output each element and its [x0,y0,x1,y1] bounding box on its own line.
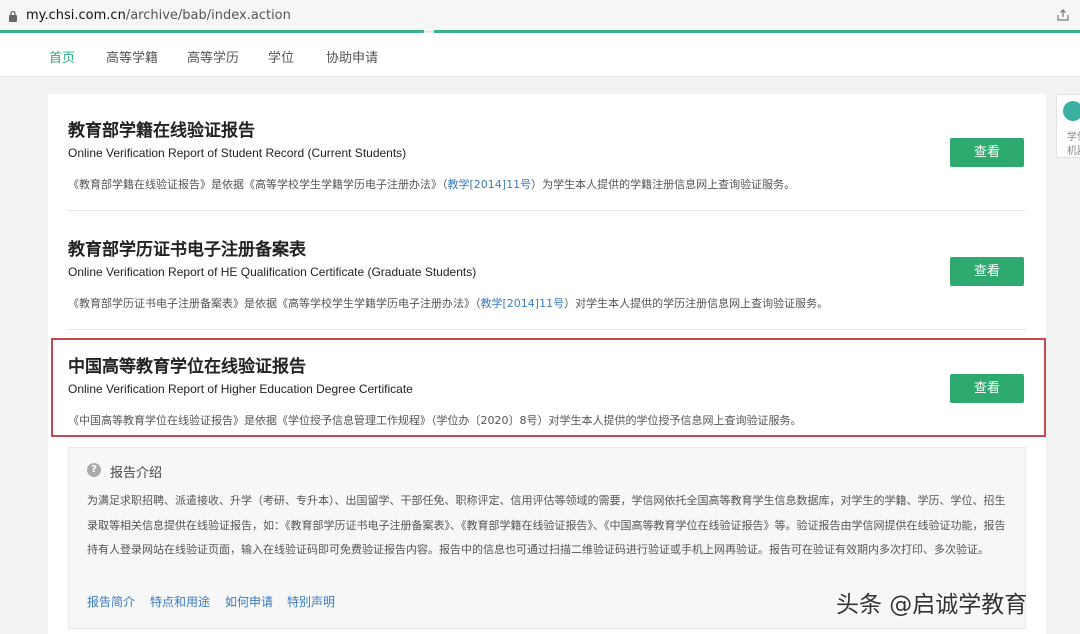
intro-title: 报告介绍 [110,466,163,481]
intro-body: 为满足求职招聘、派遣接收、升学（考研、专升本）、出国留学、干部任免、职称评定、信… [87,494,1006,556]
nav-item-degree[interactable]: 学位 [268,47,294,66]
nav-item-qualification[interactable]: 高等学历 [187,47,239,66]
nav-item-student-record[interactable]: 高等学籍 [106,47,158,66]
regulation-link[interactable]: 教学[2014]11号 [481,297,565,310]
report-item-qualification: 教育部学历证书电子注册备案表 Online Verification Repor… [68,213,1026,330]
address-bar[interactable]: my.chsi.com.cn/archive/bab/index.action [0,0,1080,32]
highlight-box [51,338,1046,437]
lock-icon [9,10,17,22]
report-title-en: Online Verification Report of HE Qualifi… [68,265,477,279]
link-special-statement[interactable]: 特别声明 [287,593,335,610]
nav-item-assist-apply[interactable]: 协助申请 [326,47,378,66]
share-icon[interactable] [1056,8,1070,22]
assistant-avatar-icon [1063,101,1080,121]
url-path: /archive/bab/index.action [125,8,291,23]
report-title: 教育部学历证书电子注册备案表 [68,240,306,260]
report-title: 教育部学籍在线验证报告 [68,121,255,141]
widget-label-line2: 机器 [1067,146,1080,157]
link-features-uses[interactable]: 特点和用途 [150,593,210,610]
regulation-link[interactable]: 教学[2014]11号 [448,178,532,191]
nav-item-home[interactable]: 首页 [49,47,75,66]
link-report-overview[interactable]: 报告简介 [87,593,135,610]
widget-label-line1: 学信 [1067,132,1080,143]
question-icon: ? [87,463,101,477]
report-description: 《教育部学历证书电子注册备案表》是依据《高等学校学生学籍学历电子注册办法》（教学… [68,297,829,310]
watermark-text: 头条 @启诚学教育 [836,592,1028,618]
url-text[interactable]: my.chsi.com.cn/archive/bab/index.action [26,8,291,23]
view-button[interactable]: 查看 [950,138,1024,167]
report-title-en: Online Verification Report of Student Re… [68,146,407,160]
report-item-student-record: 教育部学籍在线验证报告 Online Verification Report o… [68,94,1026,211]
floating-assistant-widget[interactable]: 学信 机器 [1056,94,1080,158]
main-nav: 首页 高等学籍 高等学历 学位 协助申请 [0,33,1080,77]
report-description: 《教育部学籍在线验证报告》是依据《高等学校学生学籍学历电子注册办法》（教学[20… [68,178,796,191]
url-host: my.chsi.com.cn [26,8,126,23]
link-how-to-apply[interactable]: 如何申请 [225,593,273,610]
view-button[interactable]: 查看 [950,257,1024,286]
